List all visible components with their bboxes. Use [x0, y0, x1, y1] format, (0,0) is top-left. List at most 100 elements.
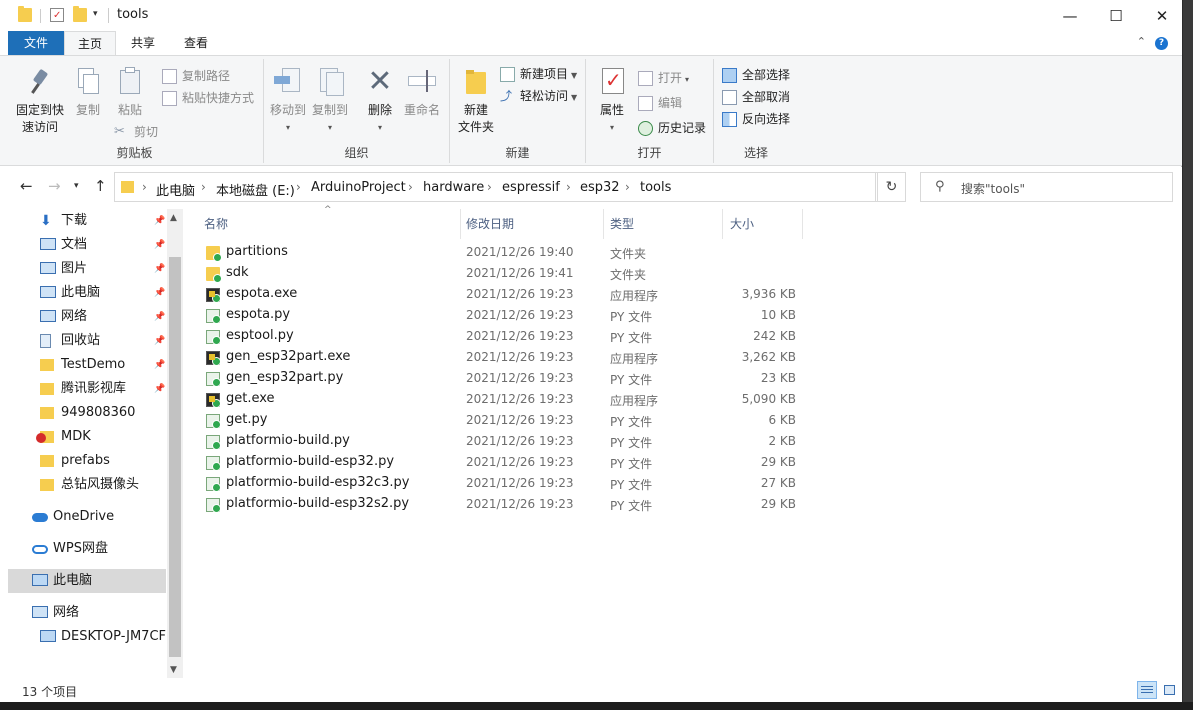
search-input[interactable]: ⚲ 搜索"tools" — [920, 172, 1173, 202]
open-button[interactable]: 打开 ▾ — [638, 68, 689, 88]
delete-button[interactable]: ✕ 删除 ▾ — [362, 66, 398, 136]
new-folder-icon[interactable] — [73, 6, 87, 22]
address-bar[interactable]: › 此电脑 › 本地磁盘 (E:) › ArduinoProject › har… — [114, 172, 876, 202]
file-row[interactable]: espota.exe 2021/12/26 19:23 应用程序 3,936 KB — [204, 284, 796, 305]
large-icons-view-button[interactable] — [1159, 681, 1179, 699]
scroll-down-icon[interactable]: ▼ — [170, 665, 177, 675]
tab-share[interactable]: 共享 — [118, 31, 168, 55]
file-row[interactable]: espota.py 2021/12/26 19:23 PY 文件 10 KB — [204, 305, 796, 326]
nav-item-onedrive[interactable]: OneDrive — [8, 505, 166, 529]
pin-icon[interactable]: 📌 — [154, 353, 165, 377]
file-row[interactable]: platformio-build.py 2021/12/26 19:23 PY 文件… — [204, 431, 796, 452]
nav-item-quick-access[interactable]: TestDemo 📌 — [8, 353, 166, 377]
nav-item-quick-access[interactable]: 图片 📌 — [8, 257, 166, 281]
customize-toolbar-icon[interactable]: ▾ — [93, 9, 98, 19]
file-row[interactable]: get.exe 2021/12/26 19:23 应用程序 5,090 KB — [204, 389, 796, 410]
breadcrumb-separator[interactable]: › — [142, 180, 147, 194]
copy-button[interactable]: 复制 — [70, 66, 106, 119]
close-button[interactable]: ✕ — [1139, 0, 1185, 31]
pin-icon[interactable]: 📌 — [154, 329, 165, 353]
breadcrumb-hardware[interactable]: hardware — [423, 180, 484, 195]
scroll-up-icon[interactable]: ▲ — [170, 213, 177, 223]
breadcrumb-esp32[interactable]: esp32 — [580, 180, 620, 195]
breadcrumb-separator[interactable]: › — [566, 180, 571, 194]
pin-icon[interactable]: 📌 — [154, 305, 165, 329]
details-view-button[interactable] — [1137, 681, 1157, 699]
file-row[interactable]: platformio-build-esp32.py 2021/12/26 19:2… — [204, 452, 796, 473]
column-header-modified[interactable]: 修改日期 — [466, 215, 514, 237]
tab-view[interactable]: 查看 — [170, 31, 222, 55]
breadcrumb-separator[interactable]: › — [201, 180, 206, 194]
invert-selection-button[interactable]: 反向选择 — [722, 109, 790, 129]
forward-arrow-icon[interactable]: → — [48, 177, 61, 195]
nav-item-quick-access[interactable]: 总钻风摄像头 — [8, 473, 166, 497]
column-divider[interactable] — [603, 209, 604, 239]
nav-item-quick-access[interactable]: 回收站 📌 — [8, 329, 166, 353]
copy-to-button[interactable]: 复制到 ▾ — [310, 66, 350, 136]
nav-scrollbar[interactable]: ▲ ▼ — [167, 209, 183, 678]
nav-item-quick-access[interactable]: 此电脑 📌 — [8, 281, 166, 305]
cut-button[interactable]: ✂ 剪切 — [114, 122, 158, 142]
up-arrow-icon[interactable]: ↑ — [94, 177, 107, 195]
nav-scrollbar-thumb[interactable] — [169, 257, 181, 657]
nav-item-quick-access[interactable]: ⬇ 下载 📌 — [8, 209, 166, 233]
breadcrumb-arduinoproject[interactable]: ArduinoProject — [311, 180, 406, 195]
column-header-size[interactable]: 大小 — [730, 215, 754, 237]
minimize-button[interactable]: — — [1047, 0, 1093, 31]
pin-icon[interactable]: 📌 — [154, 233, 165, 257]
file-row[interactable]: platformio-build-esp32s2.py 2021/12/26 19… — [204, 494, 796, 515]
copy-path-button[interactable]: 复制路径 — [162, 66, 230, 86]
nav-item-desktop[interactable]: DESKTOP-JM7CFC — [8, 625, 166, 649]
nav-item-wps[interactable]: WPS网盘 — [8, 537, 166, 561]
column-header-type[interactable]: 类型 — [610, 215, 634, 237]
pin-icon[interactable]: 📌 — [154, 377, 165, 401]
nav-item-quick-access[interactable]: MDK — [8, 425, 166, 449]
column-divider[interactable] — [802, 209, 803, 239]
select-none-button[interactable]: 全部取消 — [722, 87, 790, 107]
select-all-button[interactable]: 全部选择 — [722, 65, 790, 85]
nav-item-quick-access[interactable]: 949808360 — [8, 401, 166, 425]
pin-quick-access-button[interactable]: 固定到快 速访问 — [12, 66, 68, 136]
help-icon[interactable]: ? — [1155, 37, 1168, 50]
tab-file[interactable]: 文件 — [8, 31, 64, 55]
properties-button[interactable]: ✓ 属性 ▾ — [592, 66, 632, 136]
pin-icon[interactable]: 📌 — [154, 281, 165, 305]
nav-item-quick-access[interactable]: 腾讯影视库 📌 — [8, 377, 166, 401]
properties-check-icon[interactable]: ✓ — [50, 8, 64, 22]
nav-item-quick-access[interactable]: prefabs — [8, 449, 166, 473]
recent-locations-icon[interactable]: ▾ — [74, 181, 79, 191]
pin-icon[interactable]: 📌 — [154, 209, 165, 233]
move-to-button[interactable]: 移动到 ▾ — [268, 66, 308, 136]
file-row[interactable]: esptool.py 2021/12/26 19:23 PY 文件 242 KB — [204, 326, 796, 347]
file-row[interactable]: get.py 2021/12/26 19:23 PY 文件 6 KB — [204, 410, 796, 431]
breadcrumb-this-pc[interactable]: 此电脑 — [156, 180, 195, 199]
back-arrow-icon[interactable]: ← — [20, 177, 33, 195]
file-row[interactable]: sdk 2021/12/26 19:41 文件夹 — [204, 263, 794, 284]
ribbon-collapse-icon[interactable]: ⌃ — [1137, 35, 1146, 48]
nav-item-quick-access[interactable]: 文档 📌 — [8, 233, 166, 257]
file-row[interactable]: gen_esp32part.py 2021/12/26 19:23 PY 文件 23 … — [204, 368, 796, 389]
file-row[interactable]: partitions 2021/12/26 19:40 文件夹 — [204, 242, 794, 263]
column-header-name[interactable]: 名称 — [204, 215, 228, 237]
maximize-button[interactable]: ☐ — [1093, 0, 1139, 31]
nav-item-this-pc[interactable]: 此电脑 — [8, 569, 166, 593]
tab-home[interactable]: 主页 — [64, 31, 116, 56]
nav-item-quick-access[interactable]: 网络 📌 — [8, 305, 166, 329]
pin-icon[interactable]: 📌 — [154, 257, 165, 281]
breadcrumb-espressif[interactable]: espressif — [502, 180, 560, 195]
new-folder-button[interactable]: 新建 文件夹 — [454, 66, 498, 136]
edit-button[interactable]: 编辑 — [638, 93, 682, 113]
breadcrumb-separator[interactable]: › — [408, 180, 413, 194]
file-row[interactable]: gen_esp32part.exe 2021/12/26 19:23 应用程序 3,2… — [204, 347, 796, 368]
easy-access-button[interactable]: ⤴ 轻松访问 ▼ — [500, 86, 577, 106]
file-row[interactable]: platformio-build-esp32c3.py 2021/12/26 19… — [204, 473, 796, 494]
refresh-icon[interactable]: ↻ — [877, 172, 906, 202]
breadcrumb-separator[interactable]: › — [296, 180, 301, 194]
column-divider[interactable] — [460, 209, 461, 239]
rename-button[interactable]: 重命名 — [402, 66, 442, 119]
breadcrumb-separator[interactable]: › — [625, 180, 630, 194]
breadcrumb-drive-e[interactable]: 本地磁盘 (E:) — [216, 180, 295, 199]
column-divider[interactable] — [722, 209, 723, 239]
history-button[interactable]: 历史记录 — [638, 118, 706, 138]
breadcrumb-tools[interactable]: tools — [640, 180, 671, 195]
